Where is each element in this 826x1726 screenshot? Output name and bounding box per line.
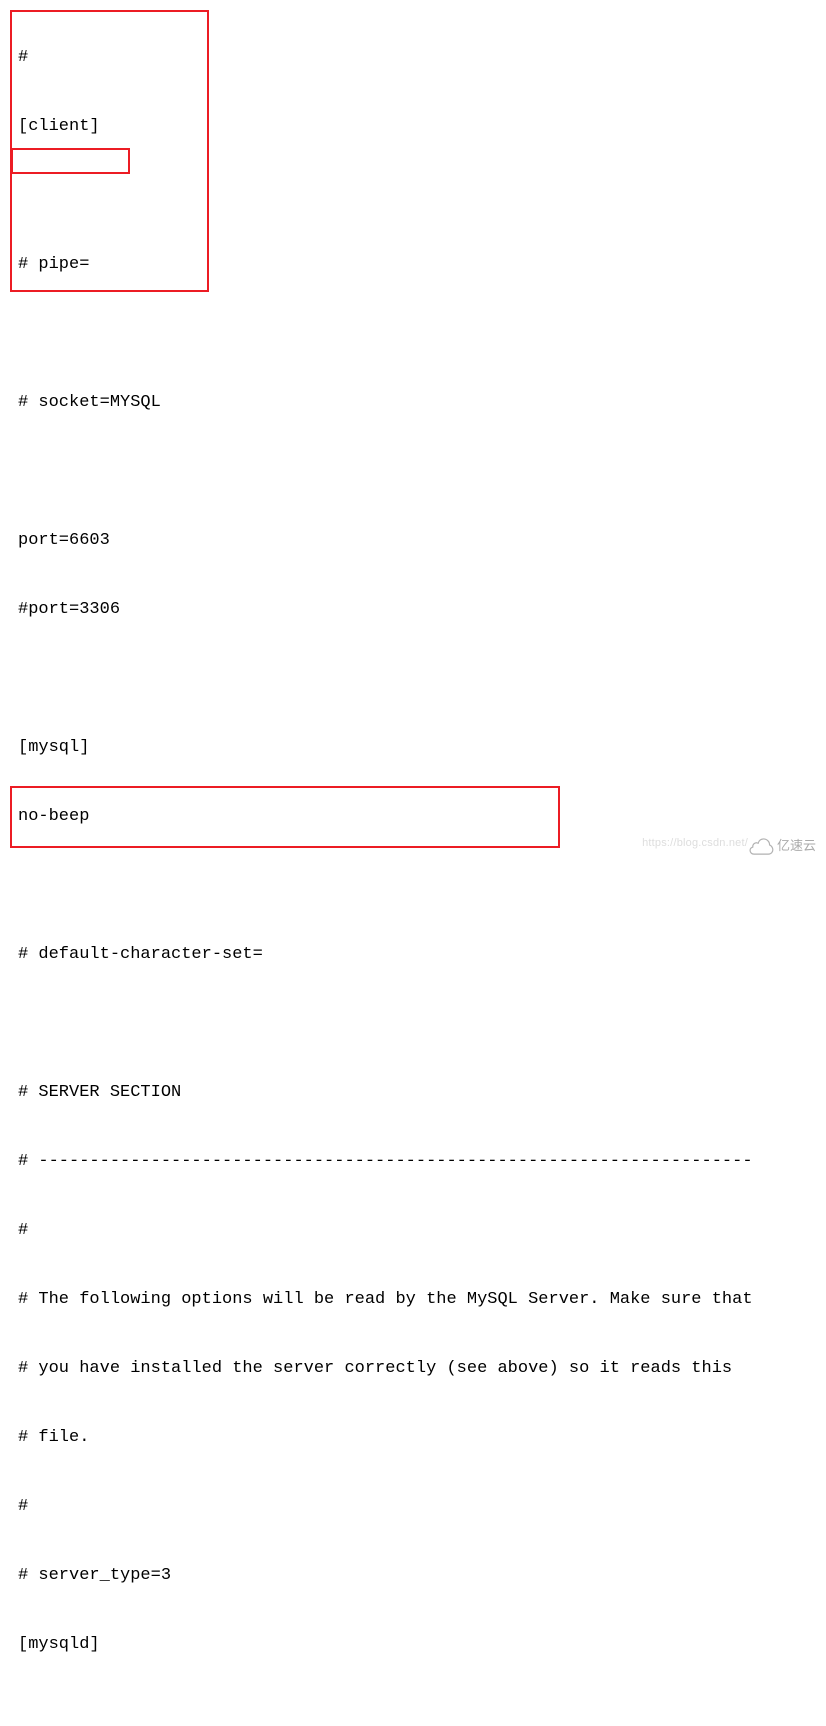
config-line: [18, 1012, 826, 1035]
cloud-icon: [749, 837, 775, 855]
config-line: [18, 322, 826, 345]
config-line: port=6603: [18, 529, 826, 552]
config-line: #: [18, 46, 826, 69]
config-file-content: # [client] # pipe= # socket=MYSQL port=6…: [0, 0, 826, 1726]
config-line: [client]: [18, 115, 826, 138]
config-line: # --------------------------------------…: [18, 1150, 826, 1173]
config-line: [mysql]: [18, 736, 826, 759]
config-line: # file.: [18, 1426, 826, 1449]
config-line: # The following options will be read by …: [18, 1288, 826, 1311]
config-line: #port=3306: [18, 598, 826, 621]
config-line: # SERVER SECTION: [18, 1081, 826, 1104]
config-line: no-beep: [18, 805, 826, 828]
watermark-brand: 亿速云: [777, 834, 816, 857]
config-line: # default-character-set=: [18, 943, 826, 966]
config-line: # you have installed the server correctl…: [18, 1357, 826, 1380]
config-line: [18, 874, 826, 897]
config-line: # pipe=: [18, 253, 826, 276]
config-line: #: [18, 1219, 826, 1242]
config-line: [18, 460, 826, 483]
config-line: [18, 184, 826, 207]
config-line: [18, 1702, 826, 1725]
config-line: # server_type=3: [18, 1564, 826, 1587]
watermark-logo: 亿速云: [749, 834, 816, 857]
config-line: [18, 667, 826, 690]
config-line: # socket=MYSQL: [18, 391, 826, 414]
watermark-url: https://blog.csdn.net/: [642, 832, 748, 855]
config-line: [mysqld]: [18, 1633, 826, 1656]
config-line: #: [18, 1495, 826, 1518]
